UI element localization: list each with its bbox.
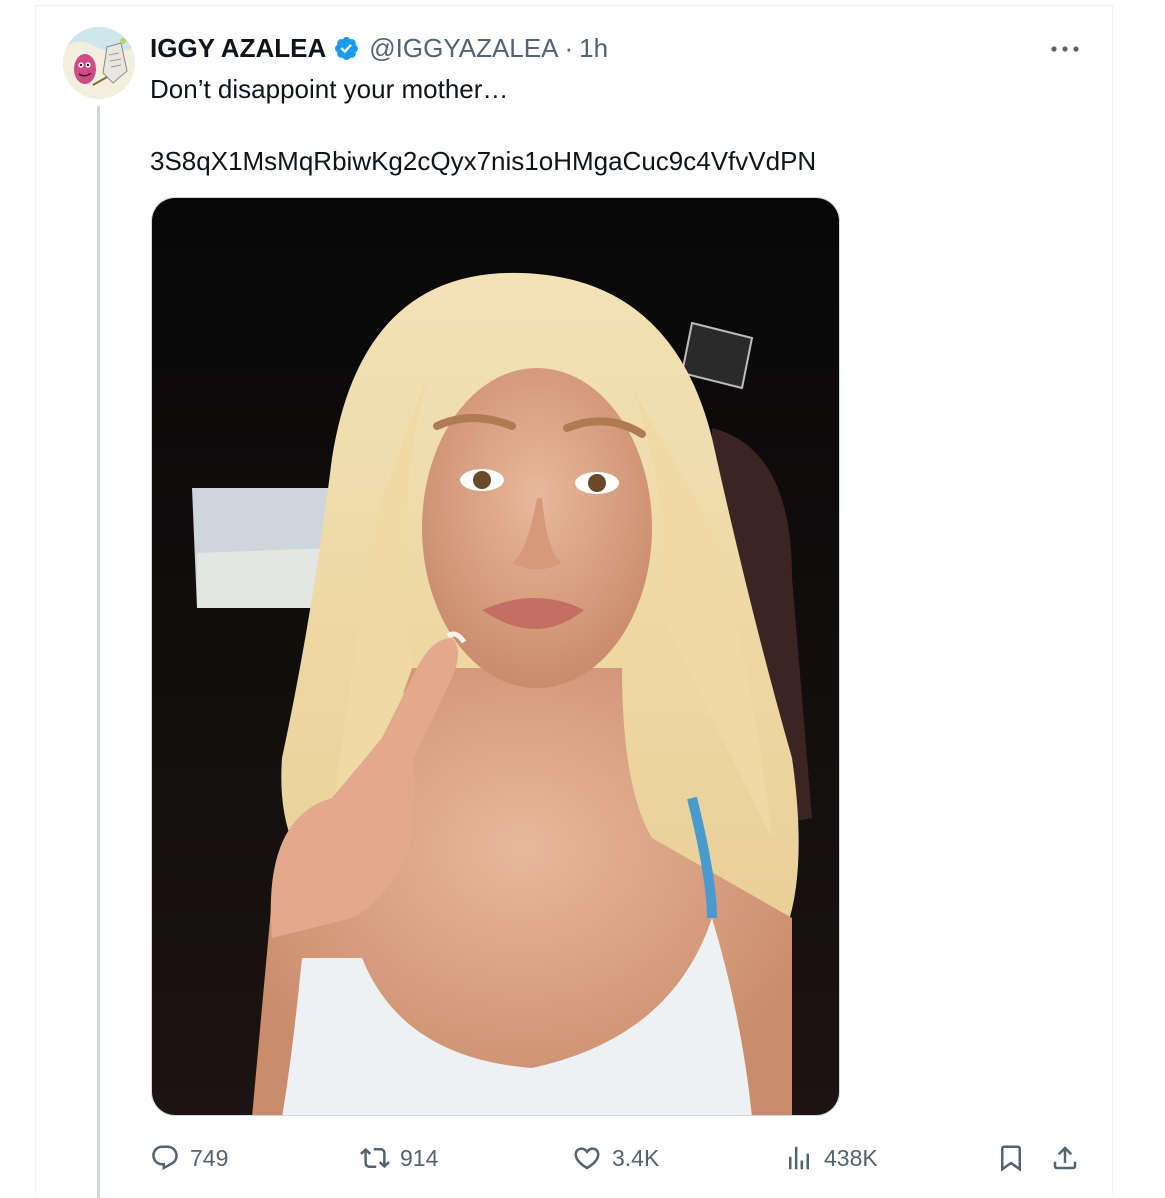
- reply-icon: [152, 1145, 178, 1171]
- separator-dot: ·: [564, 32, 574, 63]
- share-button[interactable]: [1050, 1140, 1080, 1176]
- like-count: 3.4K: [612, 1144, 660, 1171]
- tweet-text: Don’t disappoint your mother… 3S8qX1MsMq…: [150, 72, 816, 176]
- more-button[interactable]: [1048, 36, 1082, 62]
- repost-button[interactable]: 914: [360, 1140, 438, 1176]
- more-horizontal-icon: [1051, 46, 1079, 52]
- repost-count: 914: [400, 1144, 439, 1171]
- timestamp[interactable]: 1h: [579, 33, 608, 64]
- share-icon: [1053, 1146, 1077, 1170]
- tweet-text-line: Don’t disappoint your mother…: [150, 74, 509, 104]
- action-bar: 749 914 3.4K 438K: [150, 1140, 1084, 1176]
- tweet-photo[interactable]: [151, 197, 840, 1116]
- analytics-icon: [789, 1146, 809, 1170]
- thread-line: [97, 106, 100, 1198]
- reply-count: 749: [190, 1144, 229, 1171]
- like-button[interactable]: 3.4K: [572, 1140, 659, 1176]
- tweet-text-code: 3S8qX1MsMqRbiwKg2cQyx7nis1oHMgaCuc9c4Vfv…: [150, 146, 817, 176]
- tweet-card[interactable]: IGGY AZALEA @IGGYAZALEA · 1h Don’t disap…: [35, 5, 1113, 1198]
- heart-icon: [574, 1147, 600, 1170]
- bookmark-button[interactable]: [996, 1140, 1026, 1176]
- avatar[interactable]: [63, 27, 135, 99]
- user-handle[interactable]: @IGGYAZALEA: [369, 33, 558, 64]
- repost-icon: [360, 1147, 390, 1169]
- display-name[interactable]: IGGY AZALEA: [150, 33, 326, 64]
- bookmark-icon: [1001, 1145, 1021, 1172]
- tweet-header: IGGY AZALEA @IGGYAZALEA · 1h: [150, 33, 608, 63]
- views-count: 438K: [824, 1144, 878, 1171]
- avatar-illustration-icon: [63, 27, 135, 99]
- views-button[interactable]: 438K: [784, 1140, 878, 1176]
- verified-badge-icon: [335, 36, 359, 60]
- reply-button[interactable]: 749: [150, 1140, 228, 1176]
- photo-image: [152, 198, 839, 1115]
